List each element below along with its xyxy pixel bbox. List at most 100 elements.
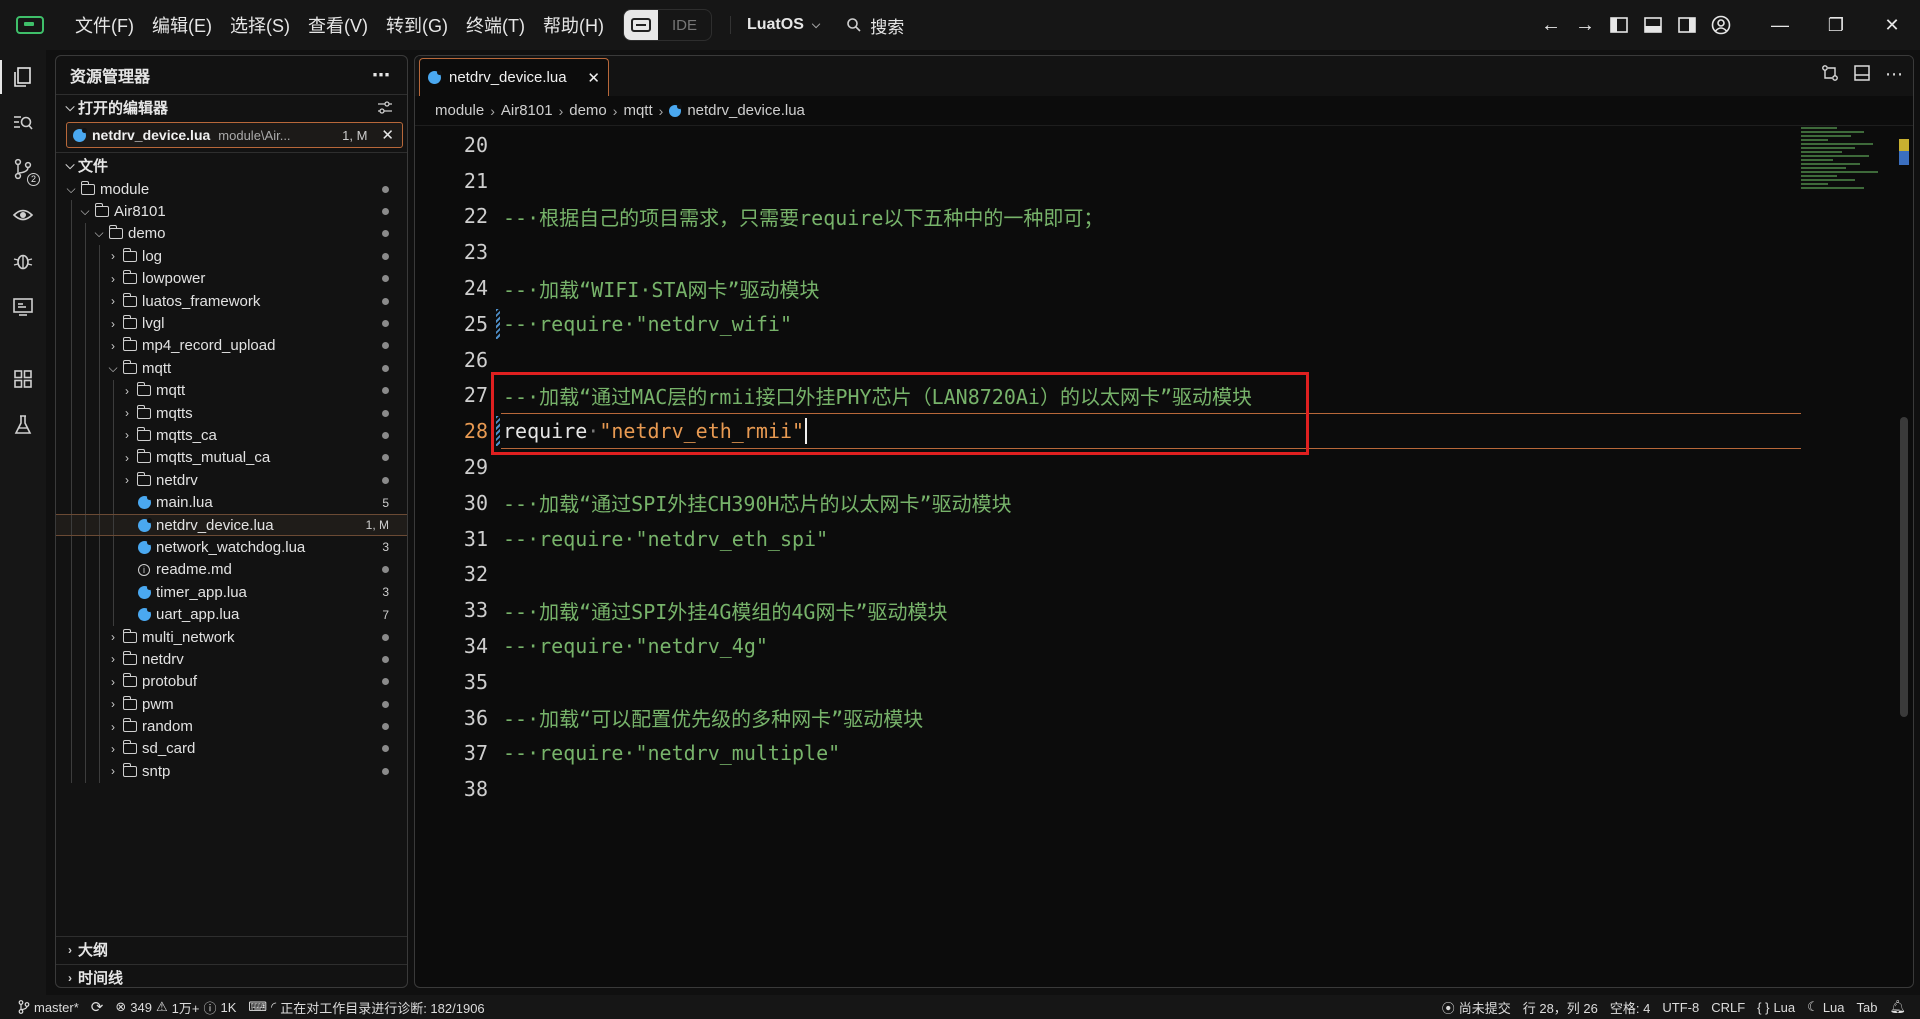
code-line[interactable]: 22 --·根据自己的项目需求，只需要require以下五种中的一种即可； bbox=[415, 199, 1805, 235]
tree-folder[interactable]: › mp4_record_upload bbox=[56, 334, 407, 358]
vertical-scrollbar[interactable] bbox=[1899, 127, 1909, 987]
code-line[interactable]: 31 --·require·"netdrv_eth_spi" bbox=[415, 521, 1805, 557]
minimap[interactable] bbox=[1801, 127, 1891, 197]
tree-folder[interactable]: ⌵ mqtt bbox=[56, 357, 407, 380]
tree-folder[interactable]: › protobuf bbox=[56, 670, 407, 693]
tree-file[interactable]: uart_app.lua 7 bbox=[56, 603, 407, 626]
lua-server-status[interactable]: ☾ Lua bbox=[1801, 999, 1850, 1015]
open-editor-item[interactable]: netdrv_device.lua module\Air... 1, M ✕ bbox=[66, 122, 403, 148]
menu-terminal[interactable]: 终端(T) bbox=[457, 8, 534, 42]
indentation[interactable]: 空格: 4 bbox=[1604, 998, 1656, 1017]
terminal-mode-icon[interactable] bbox=[623, 10, 658, 40]
mode-toggle[interactable]: IDE bbox=[622, 9, 712, 41]
code-line[interactable]: 36 --·加载“可以配置优先级的多种网卡”驱动模块 bbox=[415, 700, 1805, 736]
test-flask-icon[interactable] bbox=[8, 410, 38, 440]
tree-folder[interactable]: › mqtts bbox=[56, 401, 407, 425]
code-line[interactable]: 33 --·加载“通过SPI外挂4G模组的4G网卡”驱动模块 bbox=[415, 592, 1805, 628]
toggle-sidebar-icon[interactable] bbox=[1602, 8, 1636, 42]
toggle-panel-icon[interactable] bbox=[1636, 8, 1670, 42]
tree-folder[interactable]: › lowpower bbox=[56, 267, 407, 290]
close-window-button[interactable]: ✕ bbox=[1864, 0, 1920, 50]
breadcrumb-item[interactable]: mqtt bbox=[623, 102, 652, 119]
more-actions-icon[interactable]: ⋯ bbox=[372, 65, 391, 86]
code-line[interactable]: 32 bbox=[415, 557, 1805, 593]
toggle-secondary-sidebar-icon[interactable] bbox=[1670, 8, 1704, 42]
code-line[interactable]: 38 bbox=[415, 771, 1805, 807]
tree-file[interactable]: network_watchdog.lua 3 bbox=[56, 536, 407, 559]
tree-folder[interactable]: › netdrv bbox=[56, 648, 407, 671]
encoding[interactable]: UTF-8 bbox=[1656, 1000, 1705, 1015]
extensions-icon[interactable] bbox=[8, 364, 38, 394]
tree-folder[interactable]: › random bbox=[56, 715, 407, 738]
filter-settings-icon[interactable] bbox=[377, 100, 393, 115]
files-section[interactable]: ⌵ 文件 bbox=[56, 152, 407, 178]
source-control-icon[interactable]: 2 bbox=[8, 154, 40, 186]
diagnostics-status[interactable]: ⌨ ◜ 正在对工作目录进行诊断: 182/1906 bbox=[242, 998, 490, 1017]
open-editors-section[interactable]: ⌵ 打开的编辑器 bbox=[56, 94, 407, 120]
menu-view[interactable]: 查看(V) bbox=[299, 8, 377, 42]
breadcrumb-item[interactable]: module bbox=[435, 102, 484, 119]
language-mode[interactable]: { } Lua bbox=[1751, 1000, 1801, 1015]
close-icon[interactable]: ✕ bbox=[587, 69, 600, 87]
tree-folder[interactable]: › pwm bbox=[56, 692, 407, 716]
command-search[interactable]: 搜索 bbox=[846, 13, 904, 38]
tree-folder[interactable]: ⌵ Air8101 bbox=[56, 200, 407, 223]
line-ending[interactable]: CRLF bbox=[1705, 1000, 1751, 1015]
menu-go[interactable]: 转到(G) bbox=[377, 8, 457, 42]
commit-status[interactable]: ⦿ 尚未提交 bbox=[1436, 998, 1517, 1017]
compare-changes-icon[interactable] bbox=[1821, 64, 1839, 82]
close-icon[interactable]: ✕ bbox=[381, 126, 394, 144]
menu-edit[interactable]: 编辑(E) bbox=[143, 8, 221, 42]
ide-mode-label[interactable]: IDE bbox=[658, 17, 711, 34]
code-line[interactable]: 24 --·加载“WIFI·STA网卡”驱动模块 bbox=[415, 270, 1805, 306]
tab-mode[interactable]: Tab bbox=[1851, 1000, 1884, 1015]
more-actions-icon[interactable]: ⋯ bbox=[1885, 64, 1903, 85]
code-line[interactable]: 37 --·require·"netdrv_multiple" bbox=[415, 736, 1805, 772]
tree-file[interactable]: timer_app.lua 3 bbox=[56, 581, 407, 604]
scrollbar-thumb[interactable] bbox=[1900, 417, 1908, 717]
code-line[interactable]: 20 bbox=[415, 127, 1805, 163]
branch-indicator[interactable]: master* bbox=[0, 1000, 85, 1015]
account-icon[interactable] bbox=[1704, 8, 1738, 42]
menu-help[interactable]: 帮助(H) bbox=[534, 8, 613, 42]
tree-folder[interactable]: › sntp bbox=[56, 760, 407, 783]
code-line[interactable]: 30 --·加载“通过SPI外挂CH390H芯片的以太网卡”驱动模块 bbox=[415, 485, 1805, 521]
remote-explorer-icon[interactable] bbox=[8, 292, 38, 322]
code-line[interactable]: 35 bbox=[415, 664, 1805, 700]
tree-folder[interactable]: ⌵ demo bbox=[56, 222, 407, 246]
tree-file[interactable]: main.lua 5 bbox=[56, 491, 407, 514]
menu-selection[interactable]: 选择(S) bbox=[221, 8, 299, 42]
cursor-position[interactable]: 行 28，列 26 bbox=[1517, 998, 1604, 1017]
breadcrumb-item[interactable]: demo bbox=[569, 102, 607, 119]
breadcrumb-item[interactable]: netdrv_device.lua bbox=[687, 102, 805, 119]
tree-folder[interactable]: › luatos_framework bbox=[56, 289, 407, 313]
tree-folder[interactable]: › log bbox=[56, 245, 407, 268]
tree-folder[interactable]: ⌵ module bbox=[56, 178, 407, 200]
tree-folder[interactable]: › sd_card bbox=[56, 737, 407, 761]
sync-icon[interactable]: ⟳ bbox=[85, 998, 110, 1016]
tree-file[interactable]: i readme.md bbox=[56, 558, 407, 582]
forward-arrow-icon[interactable]: → bbox=[1568, 8, 1602, 42]
tree-folder[interactable]: › mqtts_ca bbox=[56, 424, 407, 447]
search-icon[interactable] bbox=[8, 108, 38, 138]
menu-file[interactable]: 文件(F) bbox=[66, 8, 143, 42]
notifications-bell-icon[interactable]: 🔔︎ bbox=[1883, 999, 1920, 1015]
tree-folder[interactable]: › netdrv bbox=[56, 469, 407, 492]
code-line[interactable]: 25 --·require·"netdrv_wifi" bbox=[415, 306, 1805, 342]
tree-file[interactable]: netdrv_device.lua 1, M bbox=[56, 513, 407, 537]
tree-folder[interactable]: › mqtt bbox=[56, 379, 407, 402]
eye-icon[interactable] bbox=[8, 200, 38, 230]
timeline-section[interactable]: › 时间线 bbox=[56, 964, 407, 987]
tab-netdrv-device[interactable]: netdrv_device.lua ✕ bbox=[419, 58, 609, 96]
outline-section[interactable]: › 大纲 bbox=[56, 936, 407, 962]
code-area[interactable]: 20 21 22 --·根据自己的项目需求，只需要require以下五种中的一种即可；… bbox=[415, 127, 1805, 987]
tree-folder[interactable]: › mqtts_mutual_ca bbox=[56, 446, 407, 470]
problems-indicator[interactable]: ⊗ 349 ⚠ 1万+ ⓘ 1K bbox=[109, 998, 242, 1017]
restore-button[interactable]: ❐ bbox=[1808, 0, 1864, 50]
tree-folder[interactable]: › multi_network bbox=[56, 625, 407, 649]
code-line[interactable]: 21 bbox=[415, 163, 1805, 199]
code-line[interactable]: 34 --·require·"netdrv_4g" bbox=[415, 628, 1805, 664]
breadcrumb-item[interactable]: Air8101 bbox=[501, 102, 553, 119]
tree-folder[interactable]: › lvgl bbox=[56, 312, 407, 335]
back-arrow-icon[interactable]: ← bbox=[1534, 8, 1568, 42]
